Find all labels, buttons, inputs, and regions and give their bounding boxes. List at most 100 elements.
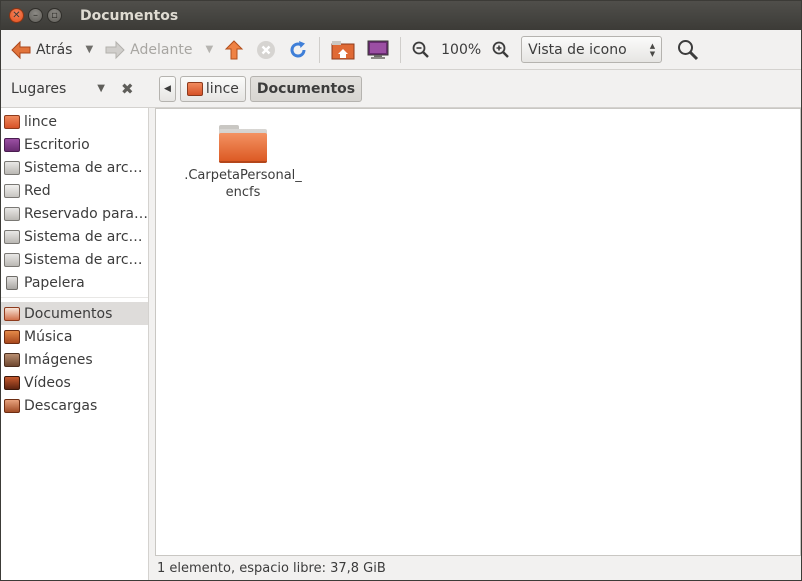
sidebar-item-lince[interactable]: lince — [1, 110, 148, 133]
sidebar-item-label: Reservado para… — [24, 205, 148, 222]
places-sidebar: lince Escritorio Sistema de arc… Red Res… — [1, 108, 149, 580]
zoom-out-button[interactable] — [409, 35, 433, 65]
select-spinner-icon: ▲ ▼ — [649, 41, 656, 58]
breadcrumb-parent[interactable]: lince — [179, 75, 246, 102]
sidebar-item-red[interactable]: Red — [1, 179, 148, 202]
location-bar-row: Lugares ▼ ✖ ◀ lince Documentos — [1, 70, 801, 108]
file-item[interactable]: .CarpetaPersonal_ encfs — [178, 125, 308, 201]
file-view[interactable]: .CarpetaPersonal_ encfs — [155, 108, 801, 556]
pictures-folder-icon — [4, 352, 20, 367]
maximize-window-button[interactable]: ▫ — [47, 8, 62, 23]
forward-label: Adelante — [130, 41, 193, 58]
home-folder-icon — [331, 40, 355, 59]
sidebar-item-label: Imágenes — [24, 351, 93, 368]
reload-button[interactable] — [285, 35, 311, 65]
up-button[interactable] — [221, 35, 247, 65]
sidebar-item-musica[interactable]: Música — [1, 325, 148, 348]
up-arrow-icon — [224, 39, 244, 59]
toolbar-separator — [319, 36, 321, 63]
sidebar-item-label: Red — [24, 182, 51, 199]
zoom-level: 100% — [441, 41, 482, 58]
drive-icon — [4, 229, 20, 244]
breadcrumb-parent-label: lince — [205, 80, 239, 97]
chevron-left-icon: ◀ — [164, 83, 171, 94]
sidebar-item-filesystem-3[interactable]: Sistema de arc… — [1, 248, 148, 271]
sidebar-item-label: Sistema de arc… — [24, 228, 143, 245]
drive-icon — [4, 206, 20, 221]
status-bar: 1 elemento, espacio libre: 37,8 GiB — [155, 556, 801, 580]
sidebar-item-label: Vídeos — [24, 374, 71, 391]
sidebar-item-label: Sistema de arc… — [24, 251, 143, 268]
sidebar-item-label: Sistema de arc… — [24, 159, 143, 176]
sidebar-separator — [1, 294, 148, 298]
trash-icon — [6, 275, 18, 290]
search-button[interactable] — [674, 35, 702, 65]
sidebar-header: Lugares ▼ ✖ — [1, 80, 149, 98]
sidebar-item-papelera[interactable]: Papelera — [1, 271, 148, 294]
sidebar-item-label: Escritorio — [24, 136, 90, 153]
drive-icon — [4, 160, 20, 175]
toolbar: Atrás ▼ Adelante ▼ 100% Vista de icono ▲… — [1, 30, 801, 70]
zoom-out-icon — [412, 41, 429, 58]
sidebar-item-imagenes[interactable]: Imágenes — [1, 348, 148, 371]
sidebar-item-filesystem-2[interactable]: Sistema de arc… — [1, 225, 148, 248]
main-area: lince Escritorio Sistema de arc… Red Res… — [1, 108, 801, 580]
forward-button[interactable]: Adelante — [101, 35, 195, 65]
back-arrow-icon — [11, 40, 31, 59]
sidebar-item-label: lince — [24, 113, 57, 130]
sidebar-item-label: Documentos — [24, 305, 113, 322]
maximize-icon: ▫ — [51, 9, 58, 21]
music-folder-icon — [4, 329, 20, 344]
sidebar-item-videos[interactable]: Vídeos — [1, 371, 148, 394]
file-name-line: .CarpetaPersonal_ — [184, 168, 302, 183]
computer-button[interactable] — [364, 35, 392, 65]
back-history-dropdown[interactable]: ▼ — [85, 44, 93, 55]
file-name-line: encfs — [225, 185, 261, 200]
zoom-in-icon — [492, 41, 510, 58]
sidebar-item-filesystem-1[interactable]: Sistema de arc… — [1, 156, 148, 179]
stop-button[interactable] — [253, 35, 279, 65]
sidebar-mode-label[interactable]: Lugares — [11, 81, 66, 97]
home-folder-icon — [186, 81, 203, 96]
documents-folder-icon — [4, 306, 20, 321]
sidebar-item-escritorio[interactable]: Escritorio — [1, 133, 148, 156]
breadcrumb-current-label: Documentos — [256, 80, 356, 97]
zoom-in-button[interactable] — [489, 35, 513, 65]
forward-arrow-icon — [105, 40, 125, 59]
back-label: Atrás — [36, 41, 73, 58]
minimize-window-button[interactable]: – — [28, 8, 43, 23]
home-folder-icon — [4, 114, 20, 129]
sidebar-item-label: Descargas — [24, 397, 98, 414]
videos-folder-icon — [4, 375, 20, 390]
downloads-folder-icon — [4, 398, 20, 413]
content-pane: .CarpetaPersonal_ encfs 1 elemento, espa… — [155, 108, 801, 580]
close-window-button[interactable]: ✕ — [9, 8, 24, 23]
sidebar-item-label: Música — [24, 328, 73, 345]
breadcrumb-scroll-left-button[interactable]: ◀ — [159, 75, 176, 102]
desktop-icon — [4, 137, 20, 152]
back-button[interactable]: Atrás — [7, 35, 75, 65]
window-title: Documentos — [80, 7, 179, 24]
toolbar-separator — [400, 36, 402, 63]
sidebar-item-reserved[interactable]: Reservado para… — [1, 202, 148, 225]
view-mode-select[interactable]: Vista de icono ▲ ▼ — [521, 36, 663, 63]
view-mode-value: Vista de icono — [528, 41, 627, 58]
status-text: 1 elemento, espacio libre: 37,8 GiB — [157, 560, 386, 576]
file-name: .CarpetaPersonal_ encfs — [184, 167, 302, 201]
network-icon — [4, 183, 20, 198]
sidebar-item-label: Papelera — [24, 274, 85, 291]
home-button[interactable] — [328, 35, 358, 65]
minimize-icon: – — [33, 9, 38, 21]
search-icon — [678, 39, 699, 60]
forward-history-dropdown[interactable]: ▼ — [205, 44, 213, 55]
sidebar-item-descargas[interactable]: Descargas — [1, 394, 148, 417]
close-icon: ✕ — [12, 9, 21, 21]
sidebar-mode-dropdown-icon[interactable]: ▼ — [97, 83, 105, 94]
breadcrumb-current[interactable]: Documentos — [249, 75, 363, 102]
sidebar-item-documentos[interactable]: Documentos — [1, 302, 148, 325]
close-sidebar-icon[interactable]: ✖ — [121, 80, 134, 98]
file-manager-window: ✕ – ▫ Documentos Atrás ▼ Adelante ▼ 100%… — [0, 0, 802, 581]
drive-icon — [4, 252, 20, 267]
reload-icon — [290, 40, 306, 57]
folder-icon — [219, 125, 267, 163]
